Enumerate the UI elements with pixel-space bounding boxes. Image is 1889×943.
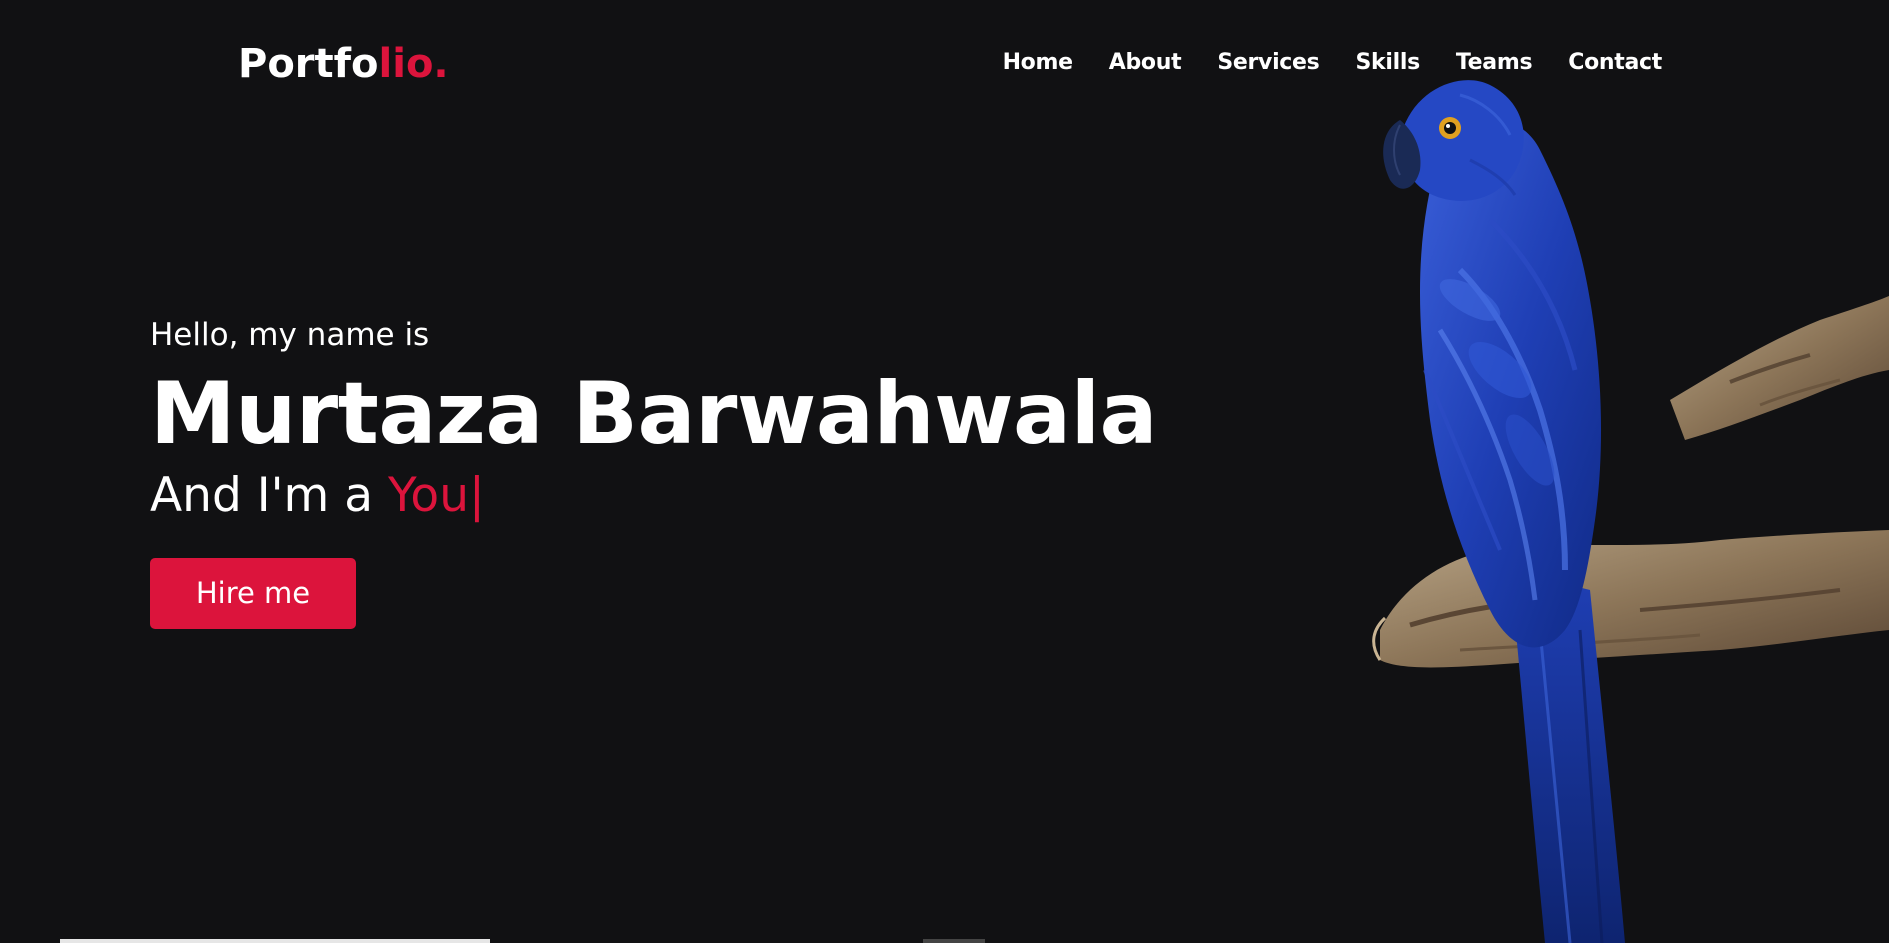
typing-cursor: | xyxy=(468,468,485,523)
hire-me-button[interactable]: Hire me xyxy=(150,558,356,629)
hero-name: Murtaza Barwahwala xyxy=(150,364,1158,464)
portfolio-page: Portfolio. Home About Services Skills Te… xyxy=(0,0,1889,943)
logo-main-text: Portfo xyxy=(238,41,379,87)
logo-accent-text: lio. xyxy=(378,41,449,87)
bottom-divider xyxy=(60,939,490,943)
hero-parrot-image xyxy=(1372,80,1889,943)
hero-section: Hello, my name is Murtaza Barwahwala And… xyxy=(150,308,1158,629)
hero-role: And I'm a You| xyxy=(150,464,1157,528)
bottom-divider-secondary xyxy=(923,939,985,943)
logo[interactable]: Portfolio. xyxy=(238,38,449,90)
nav-item-home[interactable]: Home xyxy=(1003,48,1073,78)
hero-role-prefix: And I'm a xyxy=(150,468,388,523)
nav-item-about[interactable]: About xyxy=(1109,48,1182,78)
hero-greeting: Hello, my name is xyxy=(150,317,430,353)
hero-role-typed: You xyxy=(387,468,469,523)
nav-item-services[interactable]: Services xyxy=(1217,48,1319,78)
